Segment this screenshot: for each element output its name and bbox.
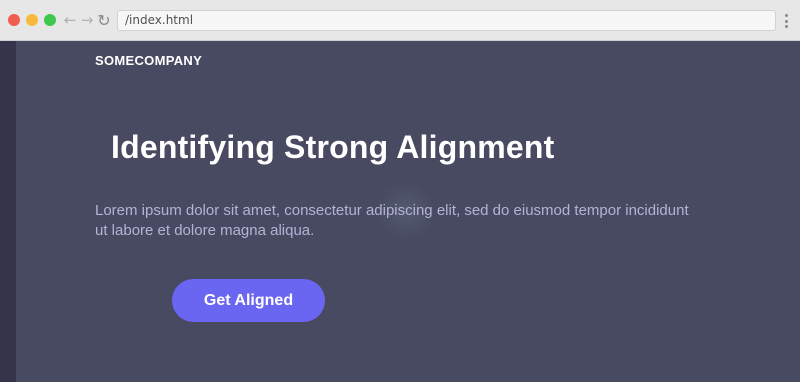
landing-page: SOMECOMPANY Identifying Strong Alignment… (16, 41, 800, 382)
forward-arrow-icon[interactable]: → (78, 9, 96, 31)
browser-toolbar: ← → ↻ /index.html (0, 0, 800, 41)
maximize-window-button[interactable] (44, 14, 56, 26)
hero-headline: Identifying Strong Alignment (111, 129, 555, 165)
brand-logo-text[interactable]: SOMECOMPANY (95, 53, 202, 68)
left-edge-strip (0, 41, 16, 382)
back-arrow-icon[interactable]: ← (61, 9, 79, 31)
kebab-menu-icon[interactable] (781, 12, 791, 30)
address-bar[interactable]: /index.html (117, 10, 776, 31)
reload-icon[interactable]: ↻ (95, 9, 113, 31)
hero-description: Lorem ipsum dolor sit amet, consectetur … (95, 202, 689, 239)
close-window-button[interactable] (8, 14, 20, 26)
minimize-window-button[interactable] (26, 14, 38, 26)
get-aligned-button[interactable]: Get Aligned (172, 279, 325, 322)
